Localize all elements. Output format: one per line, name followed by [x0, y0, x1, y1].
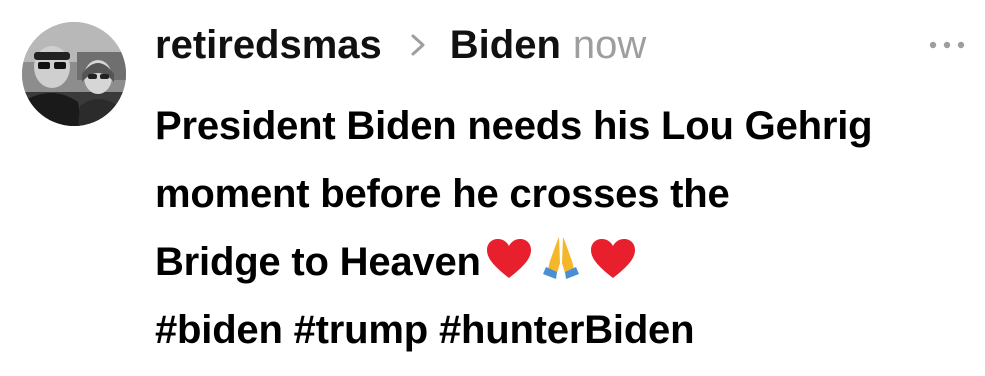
folded-hands-icon — [542, 237, 579, 279]
post-header: retiredsmas Biden now — [155, 16, 646, 74]
author-username[interactable]: retiredsmas — [155, 25, 382, 65]
more-horizontal-icon[interactable] — [927, 38, 967, 52]
group-name[interactable]: Biden — [450, 25, 561, 65]
avatar[interactable] — [22, 22, 126, 126]
post-text-line: moment before he crosses the — [155, 172, 730, 216]
avatar-photo — [22, 22, 126, 126]
hashtag-hunterbiden[interactable]: #hunterBiden — [439, 308, 695, 352]
hashtag-line: #biden #trump #hunterBiden — [155, 296, 975, 364]
post-text-line-with-emoji: Bridge to Heaven — [155, 228, 975, 296]
post-text-line: President Biden needs his Lou Gehrig — [155, 104, 873, 148]
red-heart-icon — [590, 239, 635, 278]
post-card: retiredsmas Biden now President Biden ne… — [0, 0, 985, 376]
post-body: President Biden needs his Lou Gehrig mom… — [155, 92, 975, 364]
hashtag-trump[interactable]: #trump — [294, 308, 429, 352]
red-heart-icon — [486, 239, 531, 278]
chevron-right-icon — [411, 34, 425, 56]
post-text-line: Bridge to Heaven — [155, 240, 481, 284]
hashtag-biden[interactable]: #biden — [155, 308, 283, 352]
post-timestamp: now — [572, 23, 647, 67]
